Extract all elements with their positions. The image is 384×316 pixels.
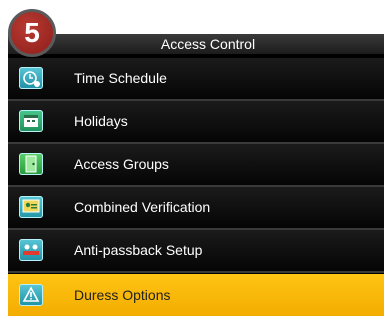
menu-item-access-groups[interactable]: Access Groups xyxy=(8,144,384,185)
door-icon xyxy=(19,153,43,175)
menu-item-anti-passback-setup[interactable]: Anti-passback Setup xyxy=(8,230,384,271)
menu-item-time-schedule[interactable]: Time Schedule xyxy=(8,58,384,99)
step-badge: 5 xyxy=(8,9,56,57)
menu-item-label: Anti-passback Setup xyxy=(74,242,203,258)
menu-item-label: Duress Options xyxy=(74,287,171,303)
verify-icon xyxy=(19,196,43,218)
menu-item-label: Access Groups xyxy=(74,156,169,172)
menu-item-holidays[interactable]: Holidays xyxy=(8,101,384,142)
anti-passback-icon xyxy=(19,239,43,261)
page-title: Access Control xyxy=(160,36,256,52)
menu-item-label: Holidays xyxy=(74,113,128,129)
menu-item-label: Time Schedule xyxy=(74,70,167,86)
menu-item-label: Combined Verification xyxy=(74,199,211,215)
calendar-icon xyxy=(19,110,43,132)
title-bar: Access Control xyxy=(8,34,384,54)
menu-item-combined-verification[interactable]: Combined Verification xyxy=(8,187,384,228)
duress-icon xyxy=(19,284,43,306)
divider xyxy=(8,271,384,273)
menu-item-duress-options[interactable]: Duress Options xyxy=(8,274,384,316)
clock-icon xyxy=(19,67,43,89)
